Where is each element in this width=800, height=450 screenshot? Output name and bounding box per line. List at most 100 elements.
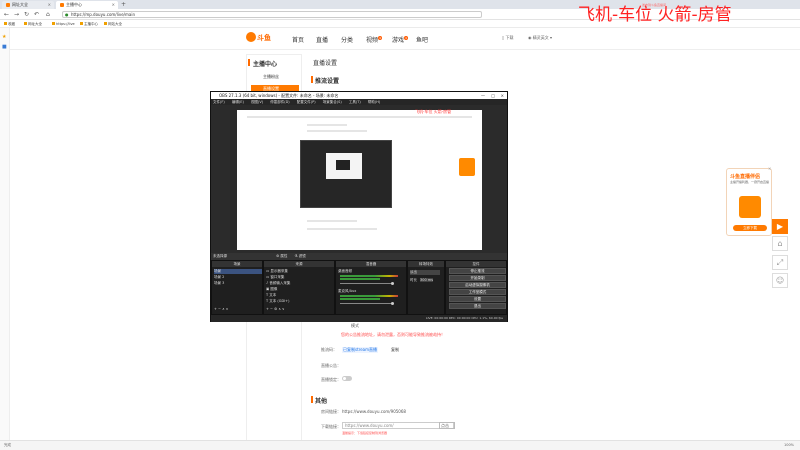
- scene-item[interactable]: 场景 3: [214, 281, 224, 286]
- obs-menu-view[interactable]: 视图(V): [251, 100, 263, 104]
- site-favicon-icon: [60, 2, 64, 7]
- url-input[interactable]: ● https://mp.douyu.com/live/main: [62, 11, 482, 18]
- source-item[interactable]: ▭ 窗口采集: [266, 275, 284, 280]
- home-icon[interactable]: ⌂: [772, 236, 788, 251]
- close-tab-icon[interactable]: ×: [112, 1, 115, 9]
- settings-button[interactable]: 设置: [449, 296, 506, 302]
- nav-category[interactable]: 分类: [341, 35, 353, 44]
- site-favicon-icon: [6, 2, 10, 7]
- reload-icon[interactable]: ↻: [24, 11, 29, 18]
- zoom-level[interactable]: 100%: [784, 441, 794, 450]
- audio-meter: [340, 275, 398, 277]
- download-link[interactable]: ▯ 下载: [502, 35, 513, 41]
- feedback-icon[interactable]: ☺: [772, 273, 788, 288]
- play-icon[interactable]: ▶: [772, 219, 788, 234]
- scene-item[interactable]: 场景: [214, 269, 262, 274]
- exit-button[interactable]: 退出: [449, 303, 506, 309]
- virtual-camera-button[interactable]: 启动虚拟摄像机: [449, 282, 506, 288]
- room-link-label: 房间链接：: [321, 409, 341, 414]
- source-item[interactable]: ▣ 图像: [266, 287, 277, 292]
- volume-slider[interactable]: [340, 302, 394, 305]
- bookmark-item[interactable]: 主播中心: [80, 20, 98, 28]
- close-icon[interactable]: ×: [768, 166, 773, 171]
- properties-button[interactable]: ⚙ 属性: [276, 254, 287, 258]
- nav-games[interactable]: 游戏4: [392, 35, 408, 44]
- source-item[interactable]: ▭ 显示器采集: [266, 269, 288, 274]
- douyu-logo[interactable]: 斗鱼: [246, 32, 282, 46]
- copy-button[interactable]: 复制: [391, 347, 399, 353]
- star-icon[interactable]: ★: [2, 34, 7, 40]
- obs-menu-tools[interactable]: 工具(T): [349, 100, 361, 104]
- live-companion-ad[interactable]: × 斗鱼直播伴侣 主播开播利器，一键开启直播 立即下载: [726, 166, 773, 236]
- download-link-label: 下载链接：: [321, 424, 341, 429]
- lock-toggle[interactable]: [342, 376, 352, 381]
- folder-icon: [24, 22, 27, 26]
- source-add-icon[interactable]: + − ⚙ ∧ ∨: [266, 307, 285, 311]
- room-link-value[interactable]: https://www.douyu.com/905068: [342, 409, 406, 414]
- ad-download-button[interactable]: 立即下载: [733, 225, 767, 231]
- bookmark-item[interactable]: 收藏: [4, 20, 15, 28]
- scene-add-icon[interactable]: + − ∧ ∨: [214, 307, 228, 311]
- download-link-select[interactable]: 点击: [439, 422, 455, 429]
- tab-label: 网址大全: [12, 2, 28, 7]
- nav-fishbar[interactable]: 鱼吧: [416, 35, 428, 44]
- gear-icon: ⚙: [276, 254, 280, 258]
- side-menu-item-fans[interactable]: 主播粉丝: [251, 73, 299, 81]
- tab-streamer-center[interactable]: 主播中心 ×: [56, 1, 118, 9]
- source-item[interactable]: T 文本: [266, 293, 276, 298]
- nav-live[interactable]: 直播: [316, 35, 328, 44]
- controls-dock-title: 控件: [446, 261, 506, 267]
- mixer-dock-title: 混音器: [336, 261, 406, 267]
- obs-docks: 场景 场景 场景 2 场景 3 + − ∧ ∨ 来源 ▭ 显示器采集 ▭ 窗口采…: [211, 260, 507, 315]
- preview-line: [307, 220, 357, 222]
- forward-arrow-icon[interactable]: →: [14, 11, 19, 18]
- side-menu-title: 主播中心: [247, 59, 278, 68]
- bookmark-item[interactable]: 网站大全: [104, 20, 122, 28]
- source-item[interactable]: T 文本 (GDI+): [266, 299, 289, 304]
- obs-menu-profile[interactable]: 配置文件(P): [297, 100, 316, 104]
- bookmark-item[interactable]: 网址大全: [24, 20, 42, 28]
- obs-preview-canvas[interactable]: 飞机-车位 火箭-房管: [237, 109, 482, 250]
- obs-menu-file[interactable]: 文件(F): [213, 100, 225, 104]
- ad-app-icon: [739, 196, 761, 218]
- bookmark-item[interactable]: https://live: [52, 20, 75, 28]
- back-arrow-icon[interactable]: ←: [4, 11, 9, 18]
- stream-code-label: 推流码：: [321, 347, 337, 352]
- download-link-input[interactable]: https://www.douyu.com/: [342, 422, 454, 429]
- close-icon[interactable]: ×: [501, 92, 504, 99]
- obs-menu-docks[interactable]: 停靠部件(D): [270, 100, 289, 104]
- minimize-icon[interactable]: —: [481, 92, 485, 99]
- obs-menu-edit[interactable]: 编辑(E): [232, 100, 244, 104]
- scene-item[interactable]: 场景 2: [214, 275, 224, 280]
- nav-video[interactable]: 视频4: [366, 35, 382, 44]
- close-tab-icon[interactable]: ×: [48, 1, 51, 9]
- maximize-icon[interactable]: □: [491, 92, 495, 99]
- new-tab-button[interactable]: +: [121, 1, 126, 8]
- transition-select[interactable]: 淡出: [410, 270, 440, 275]
- stream-warning: 您的公告推流地址，请勿泄露，否则可能导致推流被劫持！: [341, 332, 445, 337]
- volume-slider[interactable]: [340, 282, 394, 285]
- studio-mode-button[interactable]: 工作室模式: [449, 289, 506, 295]
- start-recording-button[interactable]: 开始录制: [449, 275, 506, 281]
- undo-icon[interactable]: ↶: [34, 11, 39, 18]
- duration-input[interactable]: 300 ms: [420, 278, 434, 282]
- preview-line: [307, 130, 367, 132]
- obs-menu-bar: 文件(F) 编辑(E) 视图(V) 停靠部件(D) 配置文件(P) 场景集合(S…: [211, 99, 507, 105]
- stream-code-value[interactable]: 已复制stream直播: [342, 347, 379, 353]
- tab-homepage[interactable]: 网址大全 ×: [2, 1, 54, 9]
- browser-status-bar: 完成 100%: [0, 440, 800, 450]
- share-icon[interactable]: ⤢: [772, 255, 788, 270]
- obs-menu-help[interactable]: 帮助(H): [368, 100, 380, 104]
- obs-status-bar: LIVE: 00:00:00 REC: 00:00:00 CPU: 1.1%, …: [211, 315, 507, 322]
- home-icon[interactable]: ⌂: [46, 11, 50, 18]
- source-item[interactable]: ♪ 音频输入采集: [266, 281, 290, 286]
- nav-home[interactable]: 首页: [292, 35, 304, 44]
- user-menu[interactable]: ◉ 精灵英文 ▾: [528, 35, 552, 41]
- duration-label: 时长: [410, 278, 417, 282]
- obs-menu-scene-collection[interactable]: 场景集合(S): [323, 100, 342, 104]
- nav-badge: 4: [378, 36, 382, 40]
- filters-button[interactable]: ⚗ 滤镜: [295, 254, 306, 258]
- link-icon: [52, 22, 55, 26]
- square-icon[interactable]: ■: [2, 44, 7, 50]
- stop-streaming-button[interactable]: 停止推流: [449, 268, 506, 274]
